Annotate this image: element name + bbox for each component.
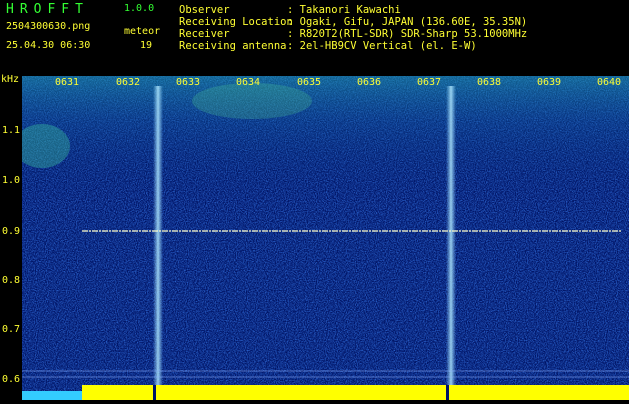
frequency-unit: kHz <box>1 74 20 85</box>
y-tick-0-7: 0.7 <box>2 324 21 335</box>
meteor-count: 19 <box>140 40 153 51</box>
time-tick-0631: 0631 <box>55 77 80 88</box>
meteor-trail <box>153 86 163 386</box>
frequency-axis: kHz 1.1 1.0 0.9 0.8 0.7 0.6 <box>0 74 22 400</box>
time-tick-0640: 0640 <box>597 77 622 88</box>
time-tick-0638: 0638 <box>477 77 502 88</box>
app-title: HROFFT <box>6 2 89 17</box>
file-name: 2504300630.png <box>6 21 91 32</box>
y-tick-0-9: 0.9 <box>2 226 21 237</box>
y-tick-0-8: 0.8 <box>2 275 21 286</box>
meteor-label: meteor <box>124 26 161 37</box>
receiver-value: : R820T2(RTL-SDR) SDR-Sharp 53.1000MHz <box>287 28 528 40</box>
time-tick-0639: 0639 <box>537 77 562 88</box>
level-bar <box>22 385 629 400</box>
y-tick-1-0: 1.0 <box>2 175 21 186</box>
location-value: : Ogaki, Gifu, JAPAN (136.60E, 35.35N) <box>287 16 528 28</box>
time-tick-0633: 0633 <box>176 77 201 88</box>
y-tick-0-6: 0.6 <box>2 374 21 385</box>
antenna-value: : 2el-HB9CV Vertical (el. E-W) <box>287 40 477 52</box>
app-version: 1.0.0 <box>124 3 155 14</box>
time-tick-0634: 0634 <box>236 77 261 88</box>
location-label: Receiving Location <box>179 16 293 28</box>
time-tick-0636: 0636 <box>357 77 382 88</box>
time-tick-0637: 0637 <box>417 77 442 88</box>
header-panel: HROFFT 1.0.0 2504300630.png 25.04.30 06:… <box>0 0 629 74</box>
observer-label: Observer <box>179 4 230 16</box>
time-tick-0635: 0635 <box>297 77 322 88</box>
antenna-label: Receiving antenna <box>179 40 287 52</box>
receiver-label: Receiver <box>179 28 230 40</box>
waterfall-spectrogram <box>14 76 629 400</box>
spectrogram-canvas <box>14 76 629 400</box>
observer-value: : Takanori Kawachi <box>287 4 401 16</box>
y-tick-1-1: 1.1 <box>2 125 21 136</box>
capture-datetime: 25.04.30 06:30 <box>6 40 91 51</box>
meteor-trail <box>446 86 456 386</box>
time-tick-0632: 0632 <box>116 77 141 88</box>
